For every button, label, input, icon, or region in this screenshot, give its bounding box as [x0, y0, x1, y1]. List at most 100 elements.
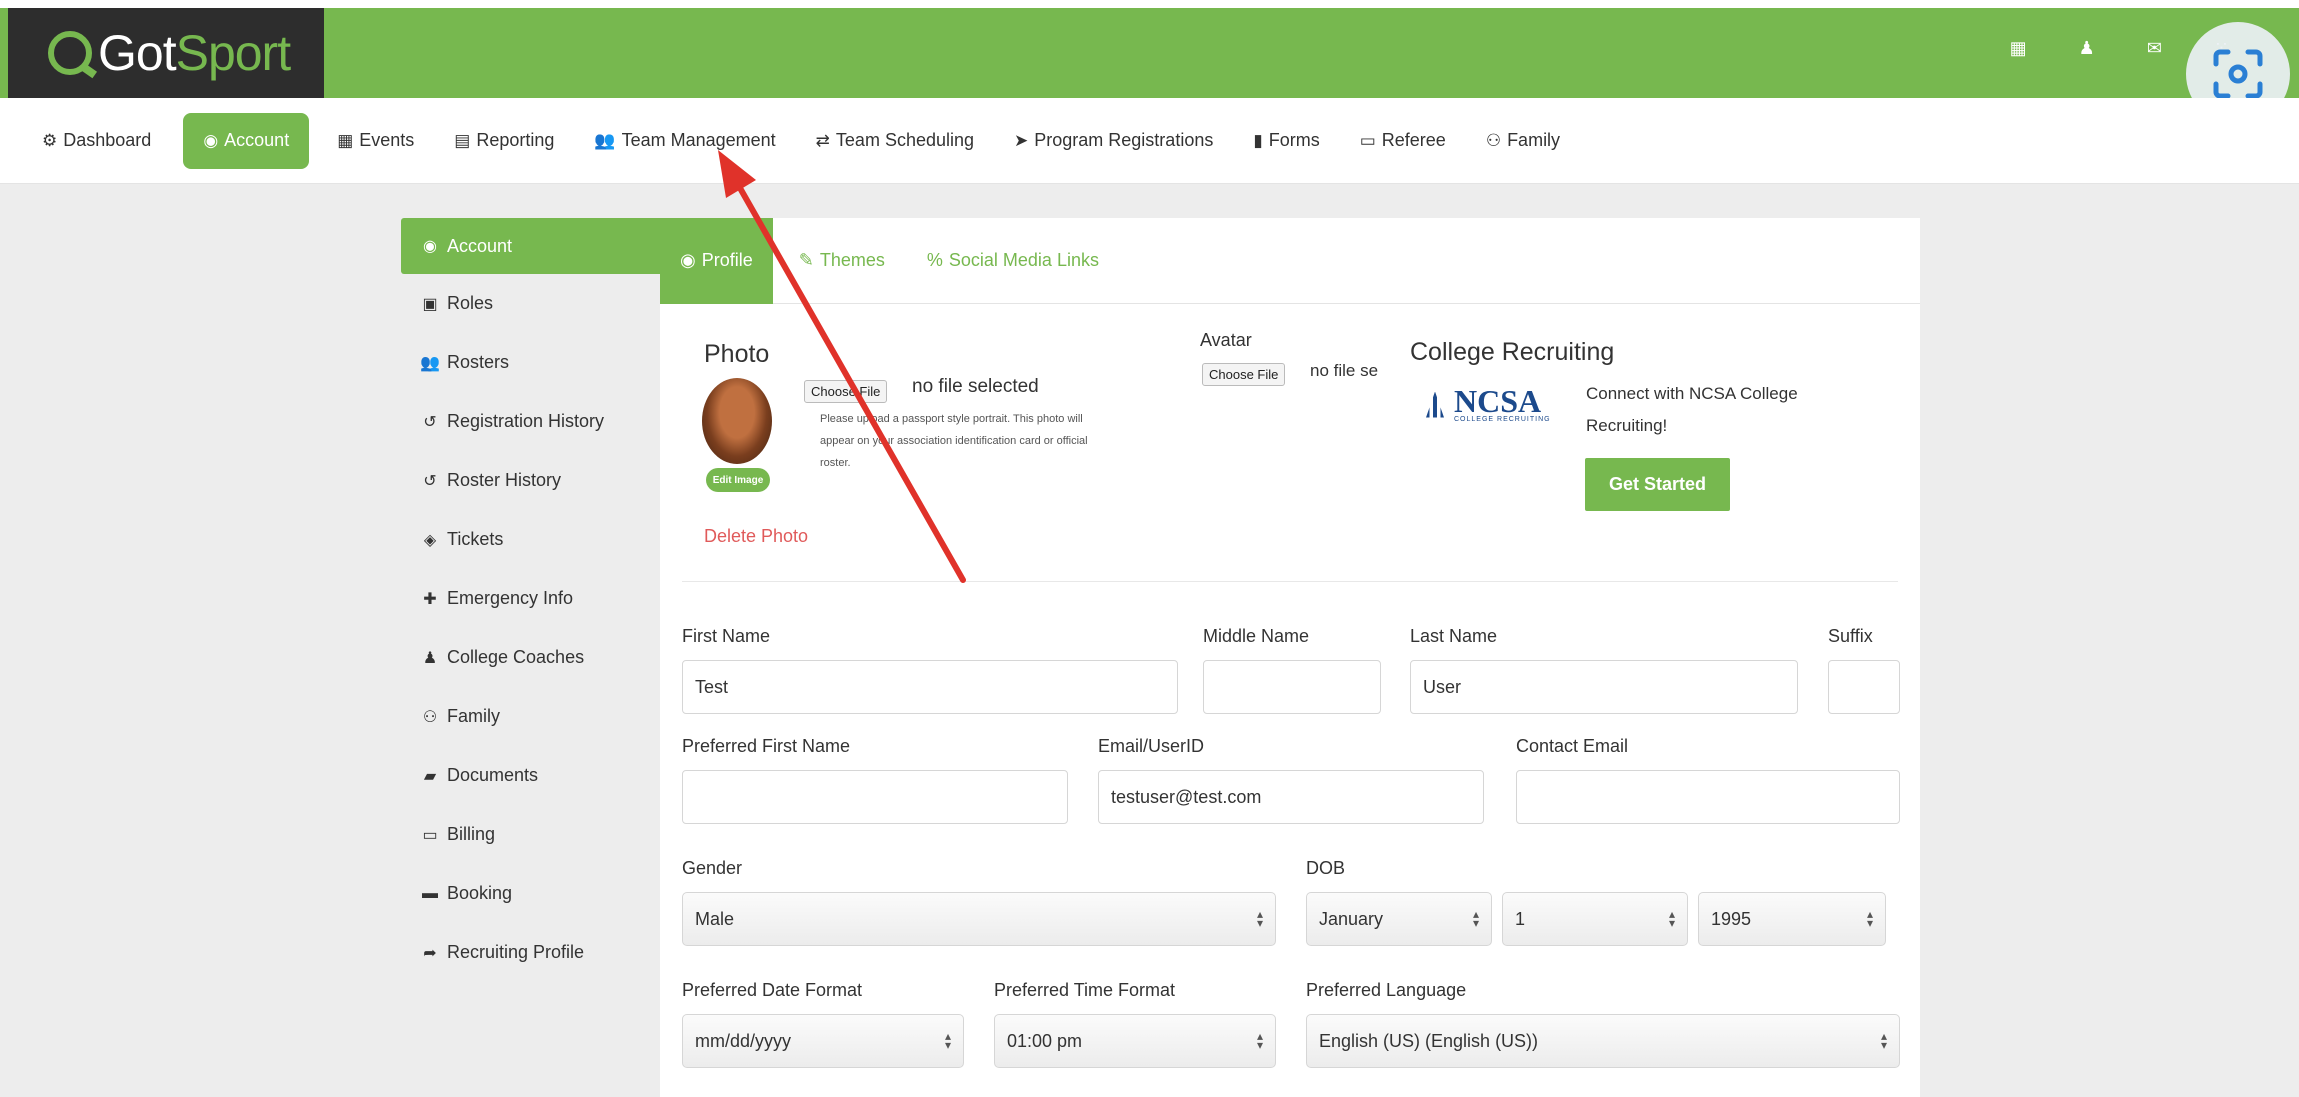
email-label: Email/UserID: [1098, 736, 1205, 756]
grid-small-icon[interactable]: ▦: [2010, 38, 2027, 59]
email-input[interactable]: testuser@test.com: [1098, 770, 1484, 824]
first-name-label: First Name: [682, 626, 771, 646]
nav-account[interactable]: ◉ Account: [183, 112, 310, 169]
calendar-icon: ▭: [1359, 130, 1376, 150]
middle-name-label: Middle Name: [1203, 626, 1310, 646]
sidebar-item-rosters[interactable]: 👥 Rosters: [401, 333, 669, 392]
history-icon: ↺: [423, 413, 437, 431]
sidebar-item-registration-history[interactable]: ↺ Registration History: [401, 392, 669, 451]
gotsport-logo[interactable]: GotSport: [8, 8, 324, 98]
last-name-input[interactable]: User: [1410, 660, 1798, 714]
preferred-first-name-input[interactable]: [682, 770, 1068, 824]
profile-tabs: ◉ Profile ✎ Themes % Social Media Links: [660, 217, 1920, 304]
sidebar-item-family[interactable]: ⚇ Family: [401, 687, 669, 746]
nav-events[interactable]: ▦ Events: [337, 113, 414, 169]
sidebar-item-college-coaches[interactable]: ♟ College Coaches: [401, 628, 669, 687]
select-arrows-icon: ▴ ▾: [944, 1029, 951, 1052]
preferred-first-name-label: Preferred First Name: [682, 736, 851, 756]
date-format-label: Preferred Date Format: [682, 980, 863, 1000]
delete-photo-link[interactable]: Delete Photo: [704, 526, 808, 547]
select-arrows-icon: ▴ ▾: [1472, 907, 1479, 930]
sidebar-item-account[interactable]: ◉ Account: [401, 218, 669, 274]
logo-text: GotSport: [98, 25, 291, 81]
gender-select[interactable]: Male ▴ ▾: [682, 892, 1276, 946]
folder-icon: ▰: [423, 767, 437, 785]
user-icon[interactable]: ♟: [2079, 38, 2095, 59]
photo-label: Photo: [704, 340, 770, 368]
nav-family[interactable]: ⚇ Family: [1486, 113, 1560, 169]
header-bar: [0, 8, 2299, 98]
last-name-label: Last Name: [1410, 626, 1498, 646]
photo-help-text: Please upload a passport style portrait.…: [820, 413, 1088, 469]
nav-reporting[interactable]: ▤ Reporting: [454, 113, 554, 169]
profile-panel: ◉ Profile ✎ Themes % Social Media Links Pho…: [660, 217, 1920, 1097]
ncsa-logo-icon: [1422, 390, 1448, 420]
report-icon: ▤: [454, 130, 471, 150]
time-format-label: Preferred Time Format: [994, 980, 1176, 1000]
tab-social-media-links[interactable]: % Social Media Links: [927, 218, 1099, 304]
gender-label: Gender: [682, 858, 743, 878]
dashboard-icon: ⚙: [42, 130, 58, 150]
sidebar-item-roster-history[interactable]: ↺ Roster History: [401, 451, 669, 510]
edit-image-button[interactable]: Edit Image: [706, 468, 770, 492]
tab-profile[interactable]: ◉ Profile: [660, 217, 773, 304]
photo-file-status: no file selected: [912, 376, 1039, 397]
sitemap-icon: ⚇: [422, 708, 438, 726]
sidebar-item-roles[interactable]: ▣ Roles: [401, 274, 669, 333]
nav-program-registrations[interactable]: ➤ Program Registrations: [1014, 113, 1213, 169]
nav-referee[interactable]: ▭ Referee: [1360, 113, 1446, 169]
select-arrows-icon: ▴ ▾: [1668, 907, 1675, 930]
nav-dashboard[interactable]: ⚙ Dashboard: [42, 113, 151, 169]
language-label: Preferred Language: [1306, 980, 1467, 1000]
logo-icon: [48, 31, 92, 75]
dob-year-select[interactable]: 1995 ▴ ▾: [1698, 892, 1886, 946]
college-recruiting-text: Connect with NCSA College Recruiting!: [1586, 384, 1798, 435]
nav-team-management[interactable]: 👥 Team Management: [594, 113, 775, 169]
id-card-icon: ▣: [422, 295, 438, 313]
bed-icon: ▬: [422, 884, 438, 902]
select-arrows-icon: ▴ ▾: [1866, 907, 1873, 930]
select-arrows-icon: ▴ ▾: [1256, 1029, 1263, 1052]
sidebar-item-recruiting-profile[interactable]: ➦ Recruiting Profile: [401, 923, 669, 982]
select-arrows-icon: ▴ ▾: [1256, 907, 1263, 930]
language-select[interactable]: English (US) (English (US)) ▴ ▾: [1306, 1014, 1900, 1068]
time-format-select[interactable]: 01:00 pm ▴ ▾: [994, 1014, 1276, 1068]
ncsa-logo: NCSA COLLEGE RECRUITING: [1422, 385, 1551, 423]
middle-name-input[interactable]: [1203, 660, 1381, 714]
sidebar-item-booking[interactable]: ▬ Booking: [401, 864, 669, 923]
send-icon: ➤: [1014, 130, 1029, 150]
sitemap-icon: ⚇: [1485, 130, 1502, 150]
get-started-button[interactable]: Get Started: [1585, 458, 1730, 511]
avatar-label: Avatar: [1200, 330, 1252, 350]
nav-team-scheduling[interactable]: ⇄ Team Scheduling: [816, 113, 974, 169]
section-divider: [682, 581, 1898, 582]
sidebar-item-billing[interactable]: ▭ Billing: [401, 805, 669, 864]
contact-email-input[interactable]: [1516, 770, 1900, 824]
nav-forms[interactable]: ▮ Forms: [1253, 113, 1319, 169]
ticket-icon: ◈: [423, 531, 437, 549]
share-icon: ➦: [423, 944, 437, 962]
contact-email-label: Contact Email: [1516, 736, 1629, 756]
account-sidebar: ◉ Account ▣ Roles 👥 Rosters ↺ Registration H…: [401, 218, 669, 982]
photo-choose-file-button[interactable]: Choose File: [804, 380, 888, 403]
sidebar-item-tickets[interactable]: ◈ Tickets: [401, 510, 669, 569]
link-icon: %: [926, 250, 943, 270]
users-icon: 👥: [420, 354, 440, 372]
avatar-choose-file-button[interactable]: Choose File: [1202, 363, 1286, 386]
dob-day-select[interactable]: 1 ▴ ▾: [1502, 892, 1688, 946]
dob-label: DOB: [1306, 858, 1346, 878]
main-nav: ⚙ Dashboard ◉ Account ▦ Events ▤ Reporting 👥…: [0, 98, 2299, 184]
date-format-select[interactable]: mm/dd/yyyy ▴ ▾: [682, 1014, 964, 1068]
account-icon: ◉: [423, 238, 437, 255]
credit-card-icon: ▭: [422, 826, 438, 844]
dob-month-select[interactable]: January ▴ ▾: [1306, 892, 1492, 946]
exchange-icon: ⇄: [815, 130, 830, 150]
scan-icon: [2213, 49, 2263, 99]
mail-icon[interactable]: ✉: [2147, 38, 2162, 59]
college-recruiting-title: College Recruiting: [1410, 338, 1615, 366]
sidebar-item-emergency-info[interactable]: ✚ Emergency Info: [401, 569, 669, 628]
suffix-input[interactable]: [1828, 660, 1900, 714]
tab-themes[interactable]: ✎ Themes: [799, 218, 885, 304]
first-name-input[interactable]: Test: [682, 660, 1178, 714]
sidebar-item-documents[interactable]: ▰ Documents: [401, 746, 669, 805]
